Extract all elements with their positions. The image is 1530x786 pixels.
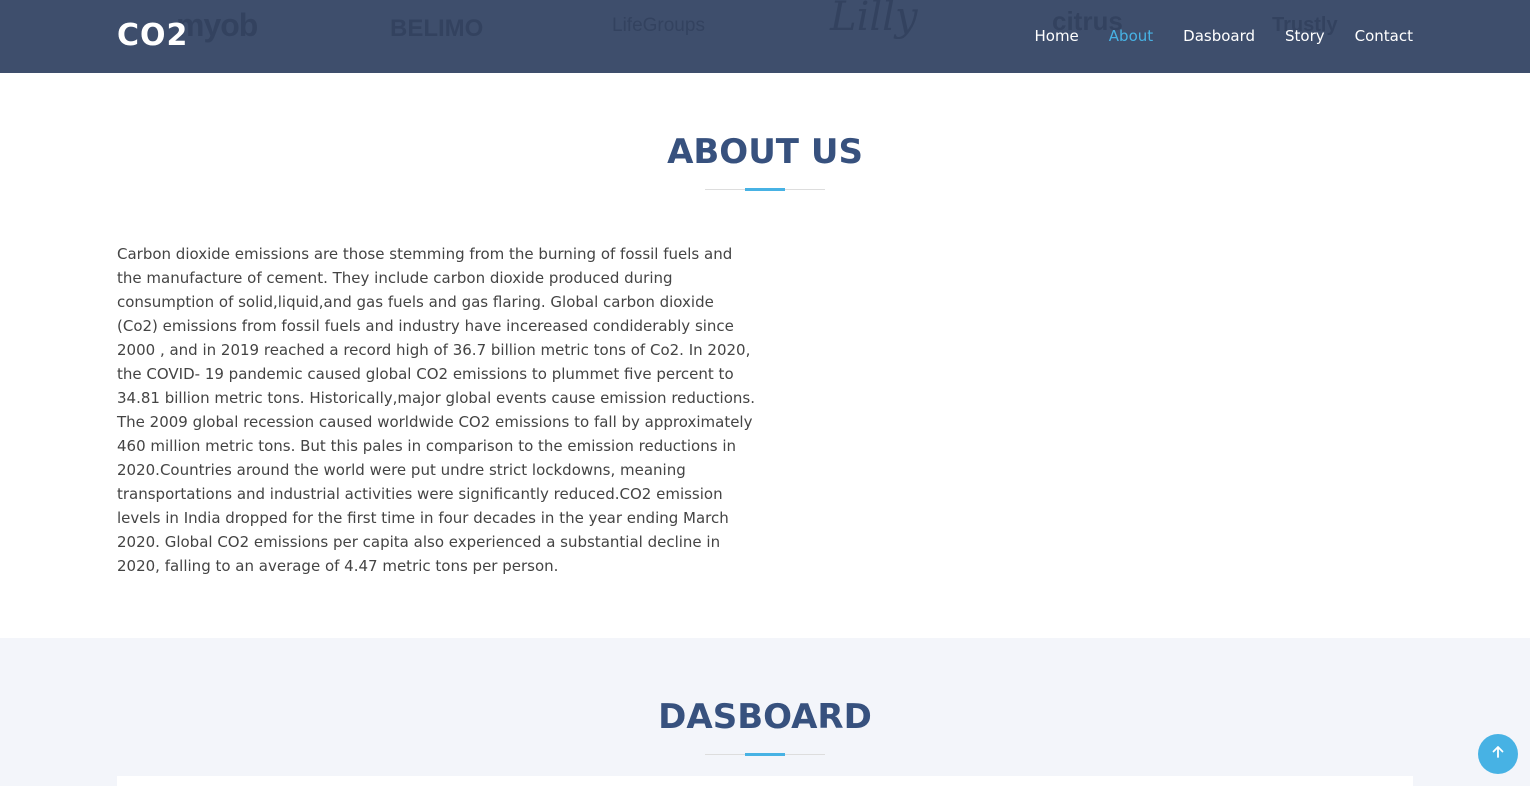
dashboard-title: DASBOARD (658, 697, 872, 737)
about-title: ABOUT US (667, 132, 863, 172)
title-accent-bar (745, 753, 785, 756)
dashboard-card (117, 776, 1413, 786)
about-paragraph: Carbon dioxide emissions are those stemm… (117, 245, 755, 575)
nav-item-about[interactable]: About (1109, 25, 1153, 47)
nav-item-home[interactable]: Home (1034, 25, 1078, 47)
back-to-top-button[interactable] (1478, 734, 1518, 774)
site-header: myob BELIMO LifeGroups Lilly citrus Trus… (0, 0, 1530, 73)
client-logo-lilly: Lilly (830, 0, 918, 40)
nav-item-contact[interactable]: Contact (1355, 25, 1413, 47)
main-nav: Home About Dasboard Story Contact (1034, 25, 1413, 47)
arrow-up-icon (1490, 744, 1506, 764)
client-logo-belimo: BELIMO (390, 15, 484, 42)
site-logo[interactable]: CO2 (117, 16, 188, 56)
nav-item-dasboard[interactable]: Dasboard (1183, 25, 1255, 47)
client-logo-lifegroups: LifeGroups (612, 15, 705, 36)
nav-item-story[interactable]: Story (1285, 25, 1325, 47)
title-accent-bar (745, 188, 785, 191)
